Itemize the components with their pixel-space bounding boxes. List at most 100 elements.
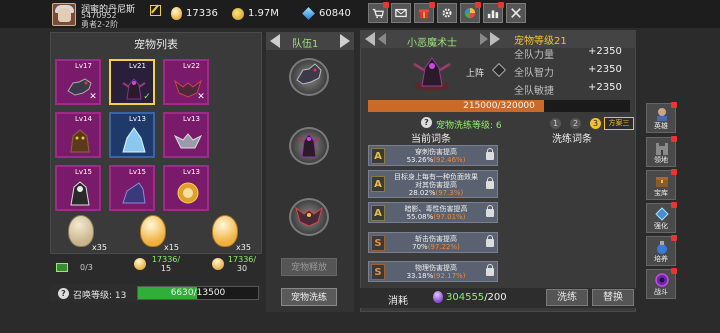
help-icon[interactable]: ? (58, 288, 69, 299)
wash-plan-chip[interactable]: 1 (550, 118, 561, 129)
summon-label-text: 召唤等级: (73, 291, 113, 301)
current-entries-header: 当前词条 (411, 134, 451, 145)
edit-icon[interactable] (150, 5, 161, 16)
pet-card[interactable]: Lv15 (55, 165, 101, 211)
gold-resource: 1.97M (232, 6, 279, 21)
entry-row[interactable]: S 斩击伤害提高 70%(97.22%) (368, 232, 498, 253)
side-tab-label: 战斗 (654, 288, 668, 296)
stat-name: 全队敏捷 (514, 86, 554, 97)
egg-caption: 0/3 (80, 263, 93, 272)
pet-card-selected[interactable]: Lv21 ✓ (109, 59, 155, 105)
prev-team-arrow-icon[interactable] (270, 34, 280, 48)
entry-row[interactable]: A 穿刺伤害提高 53.26%(92.46%) (368, 145, 498, 166)
settings-button[interactable] (437, 3, 457, 23)
entry-row[interactable]: S 物理伤害提高 33.18%(92.17%) (368, 261, 498, 282)
shop-button[interactable] (368, 2, 389, 23)
team-slot-1[interactable] (285, 54, 333, 100)
side-tab-treasury[interactable]: 宝库 (646, 169, 677, 200)
grade-a-icon: A (371, 205, 385, 221)
lock-icon[interactable] (486, 177, 494, 189)
stat-name: 全队力量 (514, 50, 554, 61)
side-tab-enhance[interactable]: 强化 (646, 202, 677, 233)
shop-cart-icon (372, 8, 384, 19)
roulette-button[interactable] (460, 2, 481, 23)
team-slot-2[interactable] (285, 123, 333, 169)
player-avatar[interactable] (52, 3, 76, 26)
entry-row[interactable]: A 暗影、毒性伤害提高 55.08%(97.01%) (368, 202, 498, 223)
ice-spirit-pet-sprite (122, 127, 146, 153)
plan-button[interactable]: 方案三 (604, 117, 634, 130)
entry-values: 33.18%(92.17%) (391, 272, 481, 280)
pet-grid: Lv17 ✕ Lv21 ✓ Lv22 ✕ Lv14 Lv13 Lv13 Lv15 (55, 59, 209, 211)
gold-egg-slot[interactable]: x35 (198, 213, 254, 257)
pet-level: Lv14 (75, 115, 92, 123)
entry-max: (92.46%) (433, 156, 466, 164)
lock-icon[interactable] (486, 148, 494, 160)
imp-warlock-pet-sprite (297, 133, 321, 158)
demon-bat-pet-sprite (295, 206, 323, 227)
gift-button[interactable] (414, 2, 435, 23)
help-icon[interactable]: ? (421, 117, 432, 128)
entry-max: (92.17%) (433, 272, 466, 280)
prev-pet-arrow-icon[interactable] (365, 32, 375, 46)
plain-egg-slot[interactable]: x35 (54, 213, 110, 257)
replace-action-button[interactable]: 替换 (592, 289, 634, 306)
pet-card[interactable]: Lv14 (55, 112, 101, 158)
lock-icon[interactable] (486, 235, 494, 247)
battle-button[interactable] (506, 3, 526, 23)
summon-label: 召唤等级: 13 (73, 288, 126, 301)
pet-release-button[interactable]: 宠物释放 (281, 258, 337, 276)
close-mark-icon: ✕ (197, 92, 205, 102)
rank-button[interactable] (483, 2, 504, 23)
pet-card[interactable]: Lv13 (109, 112, 155, 158)
player-rank: 勇者2-2阶 (81, 20, 119, 29)
next-pet-arrow-icon[interactable] (480, 33, 488, 45)
notification-dot (671, 169, 677, 175)
gear-icon (442, 8, 452, 18)
entry-row[interactable]: A 目标身上每有一种负面效果 对其伤害提高 28.02%(97.3%) (368, 170, 498, 198)
pet-level: Lv15 (129, 168, 146, 176)
golden-egg-icon (212, 215, 238, 247)
lock-icon[interactable] (486, 205, 494, 217)
cost-have: 304555 (446, 292, 485, 303)
pet-card[interactable]: Lv13 (163, 165, 209, 211)
prev-pet-arrow-icon[interactable] (378, 33, 386, 45)
pet-wash-button[interactable]: 宠物洗练 (281, 288, 337, 306)
entry-max: (97.22%) (427, 243, 460, 251)
egg-need: 15 (160, 264, 172, 273)
pet-card[interactable]: Lv17 ✕ (55, 59, 101, 105)
pet-card[interactable]: Lv22 ✕ (163, 59, 209, 105)
lock-icon[interactable] (486, 264, 494, 276)
next-pet-arrow-icon[interactable] (490, 32, 500, 46)
gold-coin-icon (232, 7, 244, 20)
entry-max: (97.3%) (435, 189, 464, 197)
mail-button[interactable] (391, 3, 411, 23)
entry-values: 55.08%(97.01%) (391, 213, 481, 221)
wash-action-button[interactable]: 洗练 (546, 289, 588, 306)
cost-need: /200 (484, 292, 507, 303)
side-tab-battle[interactable]: 战斗 (646, 268, 677, 299)
side-tab-territory[interactable]: 领地 (646, 136, 677, 167)
pet-list-title: 宠物列表 (134, 38, 178, 51)
pet-level: Lv13 (129, 115, 146, 123)
pet-level: Lv15 (75, 168, 92, 176)
notification-dot (429, 2, 435, 8)
ad-video-icon[interactable] (56, 263, 68, 272)
side-tab-hero[interactable]: 英雄 (646, 102, 677, 133)
gift-icon (418, 9, 430, 19)
next-team-arrow-icon[interactable] (340, 34, 350, 48)
team-slot-3[interactable] (285, 194, 333, 240)
imp-warlock-portrait (413, 57, 451, 91)
stat-value: +2350 (588, 82, 622, 93)
team-label: 队伍1 (292, 39, 319, 50)
wash-plan-chip-active[interactable]: 3 (590, 118, 601, 129)
pet-card[interactable]: Lv13 (163, 112, 209, 158)
gold-egg-slot[interactable]: x15 (126, 213, 182, 257)
pet-card[interactable]: Lv15 (109, 165, 155, 211)
summon-progress-bar: 6630/13500 (137, 286, 259, 300)
side-tab-cultivate[interactable]: 培养 (646, 235, 677, 266)
stat-value: +2350 (588, 46, 622, 57)
entry-value: 53.26% (406, 156, 434, 164)
wash-plan-chip[interactable]: 2 (570, 118, 581, 129)
stat-value: +2350 (588, 64, 622, 75)
